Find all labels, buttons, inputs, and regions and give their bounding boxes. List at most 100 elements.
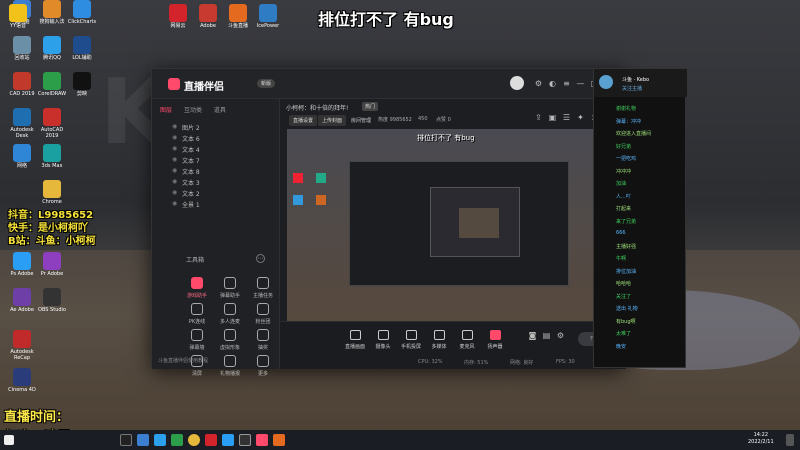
desktop-icon[interactable]: 3ds Max	[34, 144, 70, 169]
tool-button[interactable]: 更多	[248, 355, 278, 377]
skin-icon[interactable]: ◐	[548, 79, 557, 88]
settings-icon[interactable]: ⚙	[534, 79, 543, 88]
desktop-icon[interactable]: AutoCAD 2019	[34, 108, 70, 139]
tool-button[interactable]: 抽奖	[248, 329, 278, 351]
tool-button[interactable]: 游戏助手	[182, 277, 212, 299]
tool-button[interactable]: 主播任务	[248, 277, 278, 299]
tool-button[interactable]: 虚拟形象	[215, 329, 245, 351]
chat-window[interactable]: 斗鱼 · Kebo 关注主播 谢谢礼物 弹幕：冲冲 欢迎进入直播间 好兄弟 一把吃鸡 冲冲…	[593, 68, 687, 368]
scene-item[interactable]: ◉ 文本 4	[172, 145, 200, 155]
list-icon[interactable]: ☰	[562, 113, 571, 122]
app-icon	[169, 4, 187, 22]
taskbar-live-companion-icon[interactable]	[256, 434, 268, 446]
chat-message: 有bug啊	[616, 318, 636, 325]
chat-avatar[interactable]	[599, 75, 613, 89]
scene-item[interactable]: ◉ 图片 2	[172, 123, 200, 133]
tool-button[interactable]: 礼物播报	[215, 355, 245, 377]
notification-icon[interactable]	[786, 434, 794, 446]
scene-item[interactable]: ◉ 文本 2	[172, 189, 200, 199]
eye-icon[interactable]: ◉	[172, 134, 177, 141]
source-button[interactable]: 摄像头	[370, 330, 396, 350]
source-button[interactable]: 多媒体	[426, 330, 452, 350]
desktop-icon-label: Autodesk ReCap	[10, 349, 34, 361]
scene-item[interactable]: ◉ 文本 6	[172, 134, 200, 144]
source-button[interactable]: 手机投屏	[398, 330, 424, 350]
tool-button[interactable]: 弹幕墙	[182, 329, 212, 351]
scene-item[interactable]: ◉ 文本 3	[172, 178, 200, 188]
scene-item[interactable]: ◉ 文本 7	[172, 156, 200, 166]
camera-icon[interactable]: ◙	[528, 331, 537, 340]
source-button[interactable]: 直播画面	[342, 330, 368, 350]
tab-props[interactable]: 道具	[214, 107, 226, 114]
toolbox-title: 工具箱	[186, 257, 205, 264]
source-icon	[377, 330, 389, 340]
screen-icon[interactable]: ▤	[542, 331, 551, 340]
eye-icon[interactable]: ◉	[172, 123, 177, 130]
app-icon	[43, 180, 61, 198]
desktop-icon[interactable]: OBS Studio	[34, 288, 70, 313]
taskbar-chrome-icon[interactable]	[188, 434, 200, 446]
chat-message: 主播好强	[616, 243, 637, 250]
eye-icon[interactable]: ◉	[172, 167, 177, 174]
tool-button[interactable]: 弹幕助手	[215, 277, 245, 299]
app-titlebar[interactable]: 直播伴侣 新版 ⚙ ◐ ≡ — □ ✕	[152, 69, 626, 99]
taskbar-qq-icon[interactable]	[154, 434, 166, 446]
taskbar-music-icon[interactable]	[205, 434, 217, 446]
desktop-icon[interactable]: ClickCharts	[64, 0, 100, 25]
desktop-icon[interactable]: Chrome	[34, 180, 70, 205]
scene-label: 文本 2	[182, 191, 200, 198]
scene-label: 文本 3	[182, 180, 200, 187]
desktop-icon[interactable]: Cinema 4D	[4, 368, 40, 393]
clock-date: 2022/2/11	[748, 439, 774, 445]
taskbar-wechat-icon[interactable]	[171, 434, 183, 446]
gift-icon[interactable]: ✦	[576, 113, 585, 122]
toolbox-more-icon[interactable]: ⋯	[256, 254, 265, 263]
eye-icon[interactable]: ◉	[172, 156, 177, 163]
taskbar-clock[interactable]: 14:22 2022/2/11	[748, 432, 774, 446]
source-button[interactable]: 麦克风	[454, 330, 480, 350]
chat-message: 晚安	[616, 343, 627, 350]
live-preview[interactable]: 排位打不了 有bug	[287, 129, 622, 324]
scene-item[interactable]: ◉ 文本 8	[172, 167, 200, 177]
desktop-icon-label: Cinema 4D	[8, 387, 36, 393]
live-settings-button[interactable]: 直播设置	[289, 115, 318, 126]
room-manage-button[interactable]: 房间管理	[347, 115, 375, 126]
menu-icon[interactable]: ≡	[562, 79, 571, 88]
taskbar-search-icon[interactable]	[120, 434, 132, 446]
minimize-icon[interactable]: —	[576, 79, 585, 88]
desktop-icon[interactable]: IcePower	[250, 4, 286, 29]
streaming-app-window[interactable]: 直播伴侣 新版 ⚙ ◐ ≡ — □ ✕ 图层 互动类 道具 ◉ 图片 2 ◉ 文本 6…	[151, 68, 626, 377]
gear-icon[interactable]: ⚙	[556, 331, 565, 340]
chat-subtitle[interactable]: 关注主播	[622, 85, 642, 92]
tab-interactive[interactable]: 互动类	[184, 107, 202, 114]
taskbar-obs-icon[interactable]	[239, 434, 251, 446]
user-avatar[interactable]	[510, 76, 524, 90]
eye-icon[interactable]: ◉	[172, 189, 177, 196]
taskbar-douyu-icon[interactable]	[273, 434, 285, 446]
taskbar-ps-icon[interactable]	[222, 434, 234, 446]
chat-message: 好兄弟	[616, 143, 632, 150]
upload-cover-button[interactable]: 上传封面	[318, 115, 347, 126]
desktop-icon[interactable]: YY语音	[0, 4, 36, 29]
eye-icon[interactable]: ◉	[172, 200, 177, 207]
eye-icon[interactable]: ◉	[172, 145, 177, 152]
source-button[interactable]: 扬声器	[482, 330, 508, 350]
app-icon	[9, 4, 27, 22]
lock-icon[interactable]: ▣	[548, 113, 557, 122]
tool-button[interactable]: PK连线	[182, 303, 212, 325]
start-icon[interactable]	[4, 435, 14, 445]
desktop-icon[interactable]: 剪映	[64, 72, 100, 97]
tab-layers[interactable]: 图层	[160, 107, 172, 114]
scene-item[interactable]: ◉ 全景 1	[172, 200, 200, 210]
eye-icon[interactable]: ◉	[172, 178, 177, 185]
desktop-icon[interactable]: Autodesk ReCap	[4, 330, 40, 361]
share-icon[interactable]: ⇪	[534, 113, 543, 122]
taskbar-explorer-icon[interactable]	[137, 434, 149, 446]
desktop-icon[interactable]: Pr Adobe	[34, 252, 70, 277]
tool-button[interactable]: 粉丝团	[248, 303, 278, 325]
desktop-icon[interactable]: LOL辅助	[64, 36, 100, 61]
footer-note[interactable]: 斗鱼直播伴侣使用教程	[158, 357, 208, 364]
overlay-bilibili: B站：斗鱼：小柯柯	[8, 236, 96, 247]
tool-button[interactable]: 多人连麦	[215, 303, 245, 325]
chat-header: 斗鱼 · Kebo 关注主播	[594, 69, 687, 97]
